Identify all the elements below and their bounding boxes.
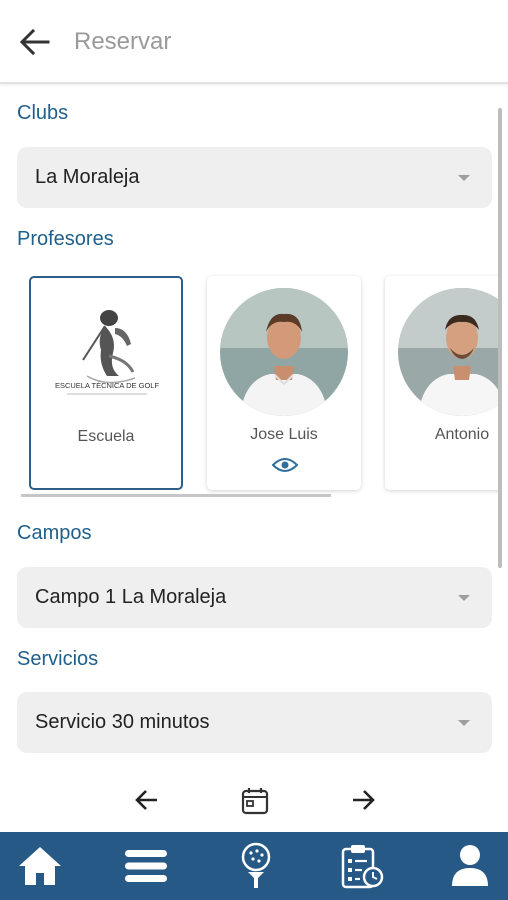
caret-down-icon xyxy=(458,595,470,601)
profesores-label: Profesores xyxy=(17,228,114,250)
servicios-select[interactable]: Servicio 30 minutos xyxy=(17,692,492,753)
school-logo-icon: ESCUELA TÉCNICA DE GOLF xyxy=(55,310,159,395)
campos-select-value: Campo 1 La Moraleja xyxy=(35,586,227,608)
campos-label: Campos xyxy=(17,522,92,544)
clipboard-schedule-icon xyxy=(341,845,384,889)
bottom-navigation xyxy=(0,832,508,900)
back-button[interactable] xyxy=(18,26,52,58)
next-date-button[interactable] xyxy=(350,786,376,814)
top-bar: Reservar xyxy=(0,0,508,84)
clubs-label: Clubs xyxy=(17,102,69,124)
profesor-card-jose-luis[interactable]: Jose Luis xyxy=(207,276,361,490)
profesor-card-escuela[interactable]: ESCUELA TÉCNICA DE GOLF Escuela xyxy=(29,276,183,490)
nav-profile[interactable] xyxy=(430,832,508,900)
clubs-select[interactable]: La Moraleja xyxy=(17,147,492,208)
avatar xyxy=(398,288,498,416)
servicios-label: Servicios xyxy=(17,648,99,670)
arrow-left-icon xyxy=(19,28,50,56)
profesor-card-antonio[interactable]: Antonio xyxy=(385,276,498,490)
avatar xyxy=(220,288,348,416)
campos-select[interactable]: Campo 1 La Moraleja xyxy=(17,567,492,628)
nav-golf[interactable] xyxy=(216,832,296,900)
calendar-icon[interactable] xyxy=(240,786,270,816)
user-icon xyxy=(452,845,488,886)
scrollbar[interactable] xyxy=(498,108,502,568)
profesor-name: Antonio xyxy=(434,426,490,443)
eye-icon[interactable] xyxy=(272,456,298,474)
menu-icon xyxy=(125,850,167,882)
profesor-name: Jose Luis xyxy=(250,426,318,443)
home-icon xyxy=(19,847,61,885)
carousel-scroll-indicator[interactable] xyxy=(21,494,331,497)
golf-ball-tee-icon xyxy=(241,842,271,888)
servicios-select-value: Servicio 30 minutos xyxy=(35,711,210,733)
page-title: Reservar xyxy=(74,28,172,55)
profesores-carousel[interactable]: ESCUELA TÉCNICA DE GOLF Escuela Jose Lui… xyxy=(0,268,498,500)
nav-reservations[interactable] xyxy=(322,832,402,900)
prev-date-button[interactable] xyxy=(134,786,160,814)
nav-home[interactable] xyxy=(0,832,80,900)
caret-down-icon xyxy=(458,720,470,726)
svg-text:ESCUELA TÉCNICA DE GOLF: ESCUELA TÉCNICA DE GOLF xyxy=(55,381,159,390)
nav-menu[interactable] xyxy=(106,832,186,900)
caret-down-icon xyxy=(458,175,470,181)
profesor-name: Escuela xyxy=(77,428,135,445)
clubs-select-value: La Moraleja xyxy=(35,166,140,188)
